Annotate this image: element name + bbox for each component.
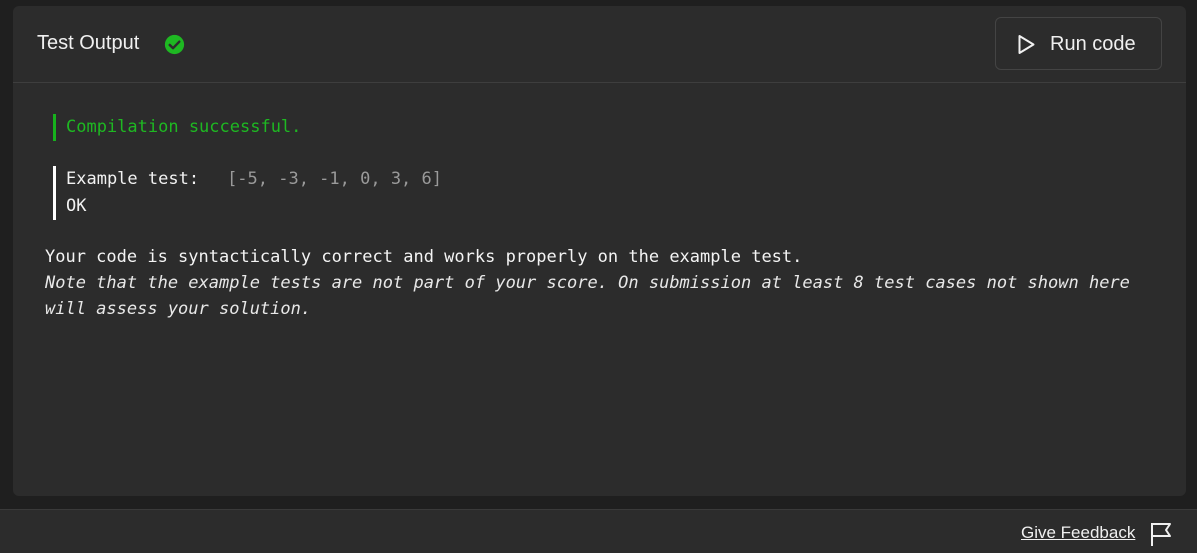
footer-bar: Give Feedback — [0, 509, 1197, 553]
give-feedback-link[interactable]: Give Feedback — [1021, 523, 1135, 543]
compilation-message: Compilation successful. — [66, 117, 302, 137]
flag-icon[interactable] — [1150, 521, 1172, 547]
check-circle-icon — [164, 34, 185, 55]
example-test-result: OK — [66, 196, 87, 216]
example-test-block: Example test: [-5, -3, -1, 0, 3, 6] OK — [53, 166, 442, 220]
run-code-label: Run code — [1050, 33, 1136, 55]
example-test-label: Example test: — [66, 169, 200, 189]
scoring-note: Note that the example tests are not part… — [45, 273, 1130, 319]
run-code-button[interactable]: Run code — [995, 17, 1162, 70]
panel-title: Test Output — [37, 32, 140, 54]
compilation-status: Compilation successful. — [53, 114, 301, 141]
test-output-panel: Test Output Run code Compilation success… — [13, 6, 1186, 496]
panel-header: Test Output Run code — [13, 6, 1186, 83]
example-test-input: [-5, -3, -1, 0, 3, 6] — [227, 169, 442, 189]
play-icon — [1018, 35, 1035, 54]
summary-text: Your code is syntactically correct and w… — [45, 247, 803, 267]
result-summary: Your code is syntactically correct and w… — [45, 244, 1155, 322]
